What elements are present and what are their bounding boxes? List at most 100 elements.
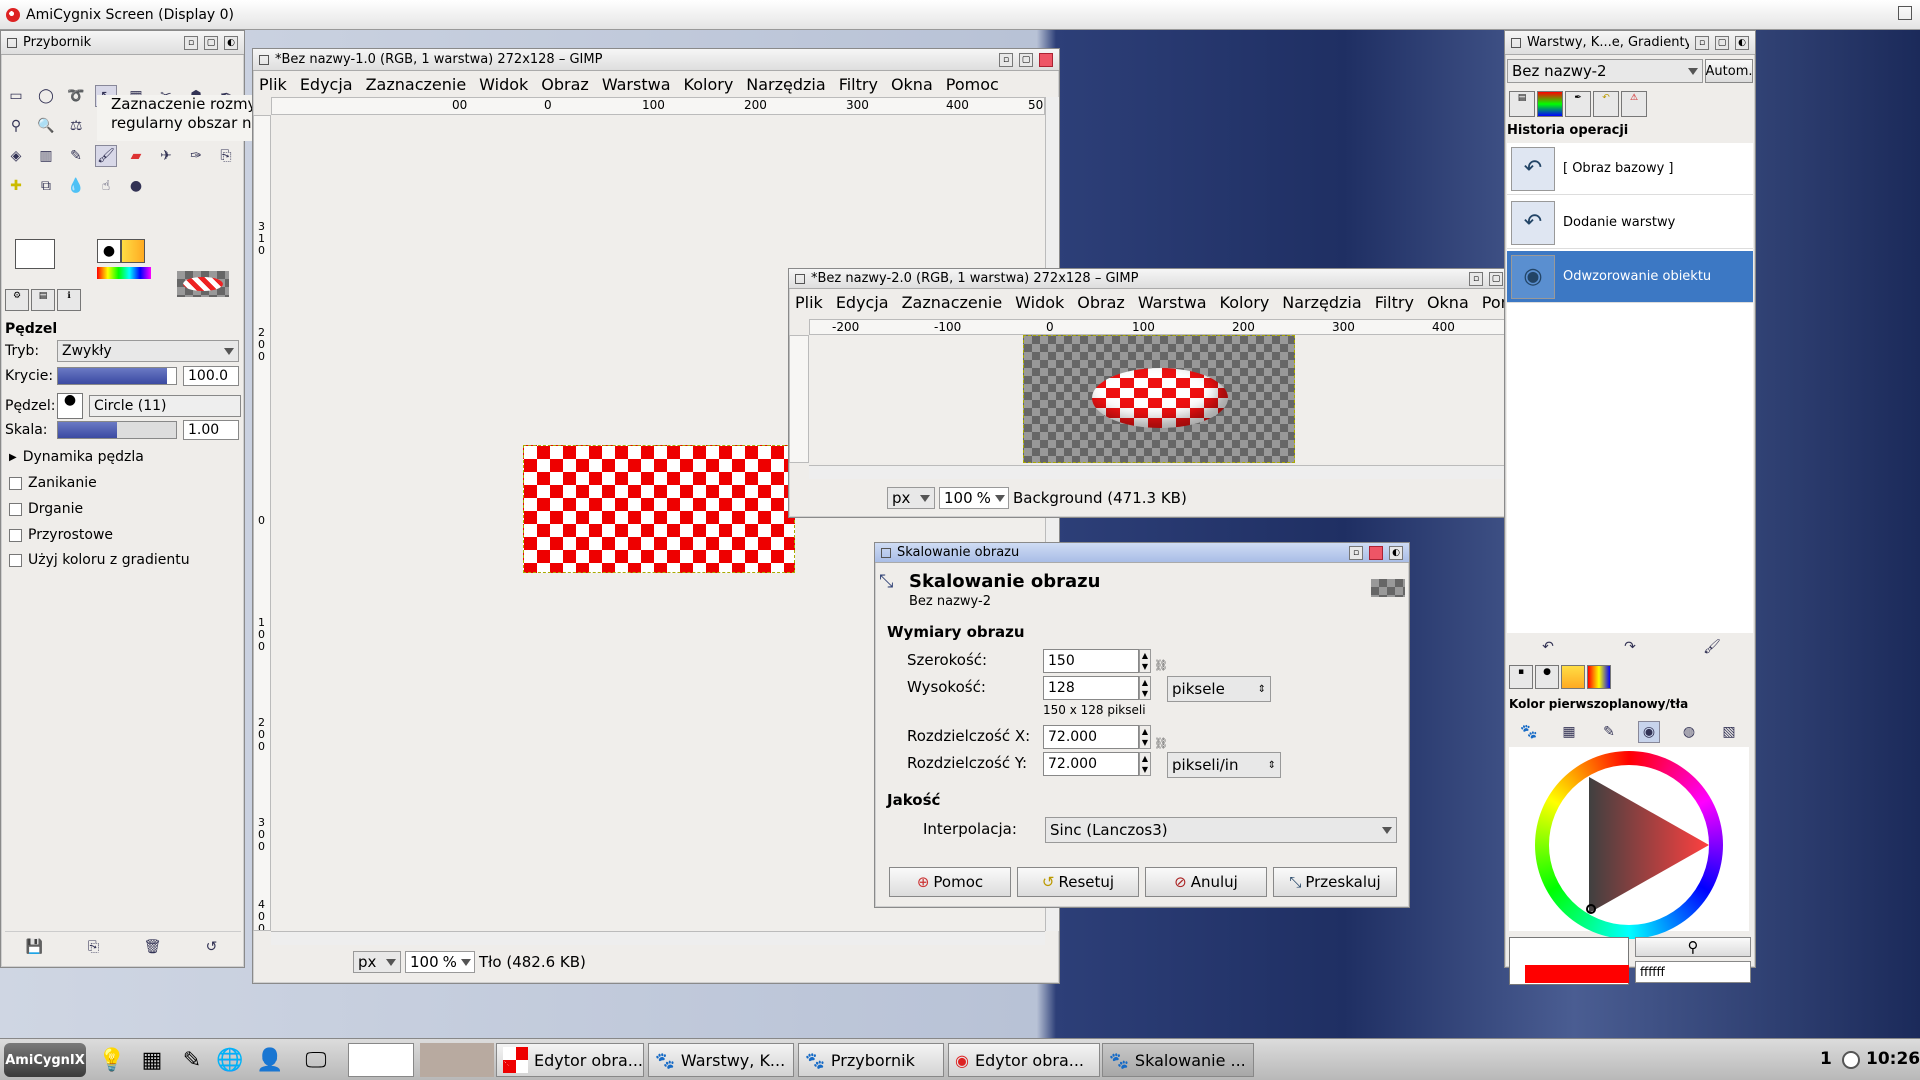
resolution-y-spin-arrows[interactable]: ▲ ▼ [1139,752,1151,776]
pattern-preview-icon[interactable] [121,239,145,263]
scale-button[interactable]: ⤡ Przeskaluj [1273,867,1397,897]
opacity-spin[interactable]: 100.0 [183,366,239,386]
patterns-tab-icon[interactable] [1561,665,1585,689]
depth-icon[interactable] [1039,52,1053,67]
dynamics-expander[interactable]: ▶ Dynamika pędzla [9,449,144,465]
boing-ball-layer[interactable] [1023,335,1295,463]
menu-view[interactable]: Widok [1015,293,1064,312]
mode-combo[interactable]: Zwykły [57,340,239,362]
cmyk-selector-icon[interactable]: ▦ [1558,721,1580,743]
user-launcher-icon[interactable]: 👤 [254,1045,286,1075]
tool-options-tab-icon[interactable]: ⚙ [5,289,29,311]
iconify-icon[interactable]: ▫ [999,52,1013,67]
horizontal-scrollbar-2[interactable] [809,465,1509,479]
opacity-slider[interactable] [57,367,177,385]
toolbox-titlebar[interactable]: Przybornik ▫ ▢ ◐ [1,31,244,55]
checker-image-layer[interactable] [523,445,795,573]
color-history-button[interactable]: ⚲ [1635,937,1751,957]
history-item-base[interactable]: ↶ [ Obraz bazowy ] [1507,143,1753,195]
blur-icon[interactable]: 💧 [65,175,87,197]
image-window-1-titlebar[interactable]: *Bez nazwy-1.0 (RGB, 1 warstwa) 272x128 … [253,49,1059,71]
hex-color-input[interactable]: ffffff [1635,961,1751,983]
fade-checkbox[interactable] [9,476,22,490]
background-color-area[interactable] [1525,965,1629,983]
brush-preview-icon[interactable]: ● [97,239,121,263]
option-fade[interactable]: Zanikanie [9,475,97,491]
horizontal-scrollbar-1[interactable] [271,931,1045,945]
color-wheel-area[interactable] [1509,747,1749,939]
zoom-icon[interactable]: ▢ [204,35,218,50]
option-jitter[interactable]: Drganie [9,501,83,517]
browser-launcher-icon[interactable]: 🌐 [214,1045,246,1075]
cancel-button[interactable]: ⊘ Anuluj [1145,867,1267,897]
menu-windows[interactable]: Okna [1427,293,1469,312]
auto-button[interactable]: Autom. [1705,59,1753,83]
delete-options-icon[interactable]: 🗑 [142,936,164,958]
task-scale-dialog[interactable]: 🐾 Skalowanie ... [1102,1043,1254,1077]
image-canvas-2[interactable] [809,335,1509,463]
zoom-icon[interactable]: ▢ [1715,35,1729,50]
brush-preview-button[interactable]: ● [57,393,83,419]
resolution-y-input[interactable]: 72.000 [1043,752,1139,776]
menu-filters[interactable]: Filtry [1375,293,1414,312]
zoom-combo[interactable]: 100% [939,487,1009,509]
resolution-unit-combo[interactable]: pikseli/in ⇕ [1167,752,1281,778]
menu-select[interactable]: Zaznaczenie [366,75,467,94]
resolution-x-spin-arrows[interactable]: ▲ ▼ [1139,725,1151,749]
rect-select-icon[interactable]: ▭ [5,85,27,107]
wheel-selector-icon[interactable]: ◉ [1638,721,1660,743]
menu-edit[interactable]: Edycja [300,75,353,94]
gimp-selector-icon[interactable]: 🐾 [1518,721,1540,743]
editor-launcher-icon[interactable]: ✎ [176,1045,208,1075]
depth-icon[interactable]: ◐ [1389,545,1403,560]
calculator-launcher-icon[interactable]: ▦ [136,1045,168,1075]
height-input[interactable]: 128 [1043,676,1139,700]
menu-windows[interactable]: Okna [891,75,933,94]
history-item-map-object[interactable]: ◉ Odwzorowanie obiektu [1507,251,1753,303]
zoom-icon[interactable] [1369,545,1383,560]
close-icon[interactable] [795,273,805,284]
menu-layer[interactable]: Warstwa [602,75,671,94]
iconify-icon[interactable]: ▫ [184,35,198,50]
scale-spin[interactable]: 1.00 [183,420,239,440]
reset-button[interactable]: ↺ Resetuj [1017,867,1139,897]
airbrush-icon[interactable]: ✈ [155,145,177,167]
undo-icon[interactable]: ↶ [1537,636,1559,658]
undo-history-tab-icon[interactable]: ℹ [57,289,81,311]
vertical-ruler[interactable]: 3 1 0 2 0 0 0 1 0 0 2 0 0 3 0 0 4 0 0 [253,115,271,931]
warning-tab-icon[interactable]: ⚠ [1621,91,1647,117]
scales-selector-icon[interactable]: ✎ [1598,721,1620,743]
smudge-icon[interactable]: ☝ [95,175,117,197]
menu-colors[interactable]: Kolory [1220,293,1270,312]
device-status-tab-icon[interactable]: ▤ [31,289,55,311]
measure-icon[interactable]: ⚖ [65,115,87,137]
channels-tab-icon[interactable] [1537,91,1563,117]
gradient-icon[interactable]: ▥ [35,145,57,167]
perspective-clone-icon[interactable]: ⧉ [35,175,57,197]
task-image-editor-2[interactable]: ◉ Edytor obra... [948,1043,1100,1077]
active-image-thumbnail[interactable] [177,271,229,297]
reset-options-icon[interactable]: ↺ [201,936,223,958]
clone-icon[interactable]: ⎘ [215,145,237,167]
color-picker-icon[interactable]: ⚲ [5,115,27,137]
foreground-color-swatch[interactable] [15,239,55,269]
saturation-triangle[interactable] [1535,751,1723,939]
close-icon[interactable] [881,547,891,558]
option-gradient-color[interactable]: Użyj koloru z gradientu [9,552,190,568]
paintbrush-icon[interactable]: 🖌 [95,145,117,167]
iconify-icon[interactable]: ▫ [1349,545,1363,560]
scale-dialog-titlebar[interactable]: Skalowanie obrazu ▫ ◐ [875,543,1409,563]
paths-tab-icon[interactable]: ✒ [1565,91,1591,117]
width-spin-arrows[interactable]: ▲ ▼ [1139,649,1151,673]
redo-icon[interactable]: ↷ [1619,636,1641,658]
zoom-icon[interactable]: ▢ [1489,271,1503,286]
zoom-combo[interactable]: 100% [405,951,475,973]
option-incremental[interactable]: Przyrostowe [9,527,113,543]
menu-file[interactable]: Plik [795,293,823,312]
save-options-icon[interactable]: 💾 [24,936,46,958]
width-input[interactable]: 150 [1043,649,1139,673]
image-selector-combo[interactable]: Bez nazwy-2 [1507,59,1703,83]
jitter-checkbox[interactable] [9,502,22,516]
display-launcher-icon[interactable]: 🖵 [300,1045,332,1075]
watercolor-selector-icon[interactable]: ◍ [1678,721,1700,743]
